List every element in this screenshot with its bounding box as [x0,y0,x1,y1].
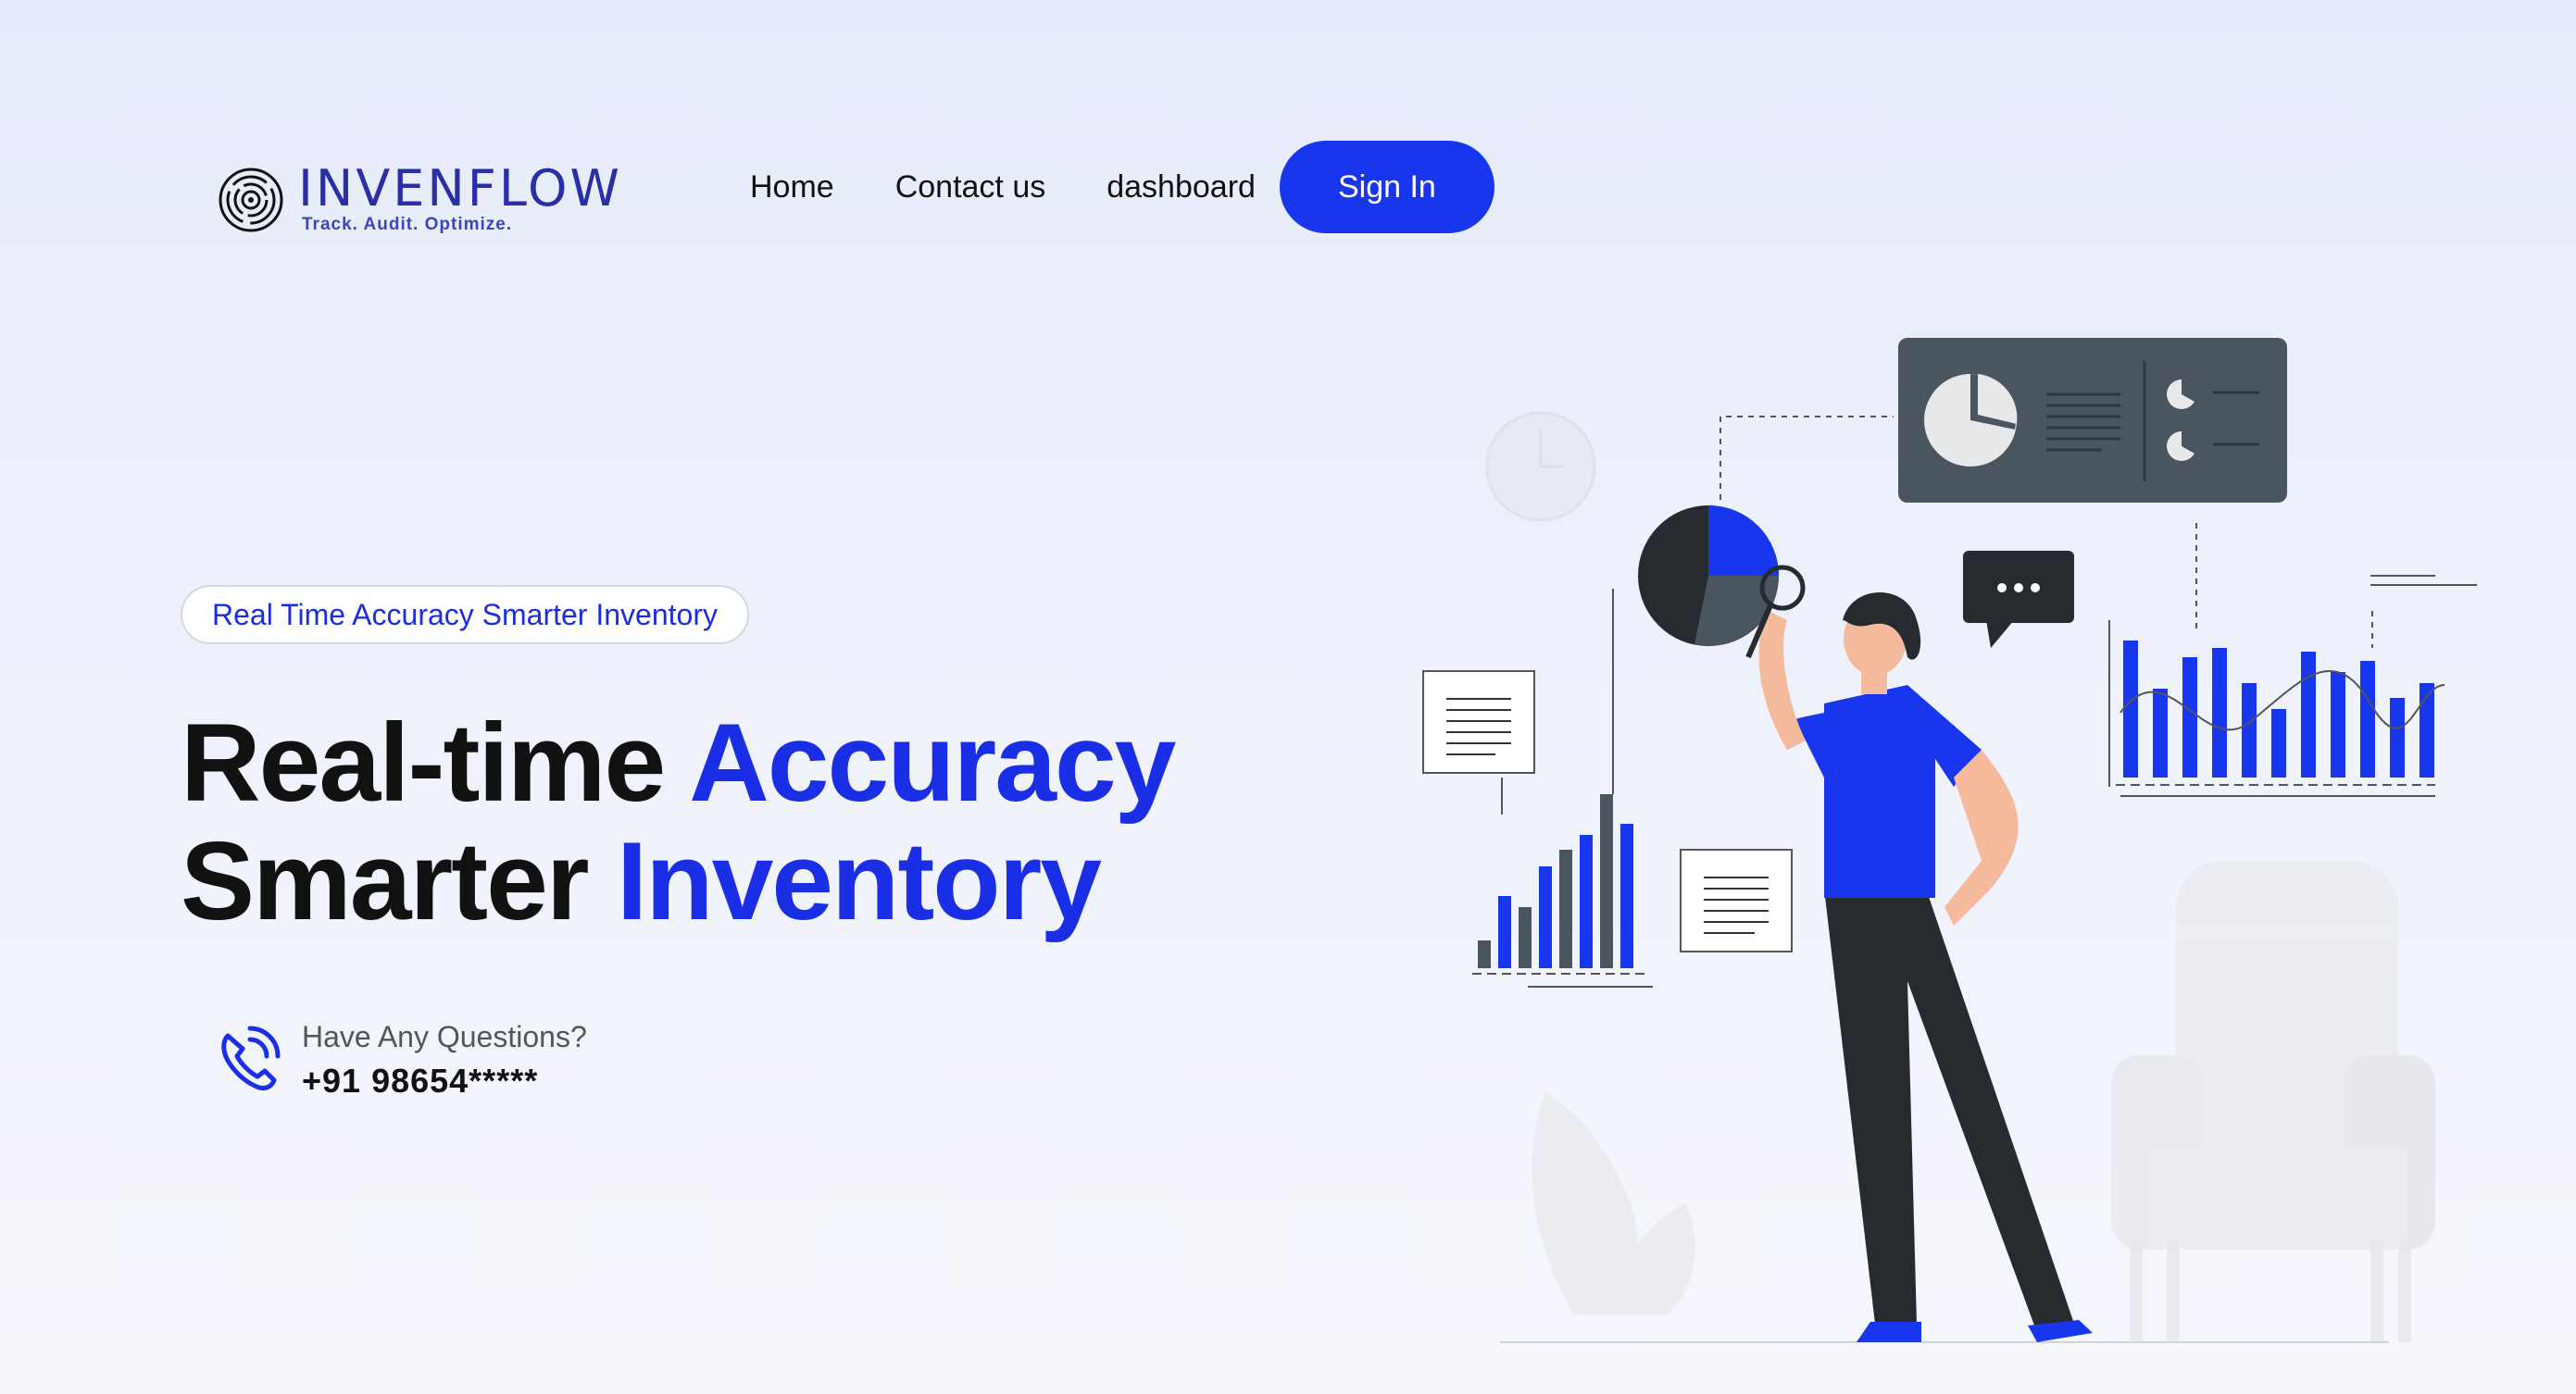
headline-line1-dark: Real-time [181,701,690,825]
brand-tagline: Track. Audit. Optimize. [302,215,513,234]
sign-in-button[interactable]: Sign In [1279,141,1494,233]
analytics-illustration [1422,338,2477,1343]
right-bar-chart-graphic [2108,575,2477,797]
main-nav: Home Contact us dashboard Sign In [750,141,1494,233]
plant-icon [1532,1092,1695,1314]
logo-target-icon [219,168,283,232]
person-with-magnifier-illustration [1745,565,2093,1342]
pie-chart-graphic [1638,505,1779,646]
dashboard-panel-graphic [1898,338,2287,503]
document-card-left [1422,670,1535,815]
nav-home-link[interactable]: Home [750,169,834,205]
brand-name: INVENFLOW [298,159,622,218]
contact-question: Have Any Questions? [302,1020,587,1053]
contact-block[interactable]: Have Any Questions? +91 98654***** [215,1014,587,1102]
chat-bubble-icon [1963,551,2074,648]
nav-contact-link[interactable]: Contact us [895,169,1046,205]
headline-line1-accent: Accuracy [689,701,1176,825]
hero-headline: Real-time Accuracy Smarter Inventory [181,701,1176,943]
armchair-icon [2111,861,2435,1342]
headline-line2-dark: Smarter [181,819,617,943]
brand-logo[interactable]: INVENFLOW Track. Audit. Optimize. [217,159,622,235]
headline-line2-accent: Inventory [616,819,1102,943]
document-card-right [1680,849,1793,952]
clock-icon [1485,411,1596,522]
contact-phone-number[interactable]: +91 98654***** [302,1060,587,1102]
left-bar-chart-graphic [1472,589,1653,988]
hero-badge: Real Time Accuracy Smarter Inventory [181,585,749,644]
phone-ringing-icon [221,1026,281,1090]
nav-dashboard-link[interactable]: dashboard [1107,169,1256,205]
